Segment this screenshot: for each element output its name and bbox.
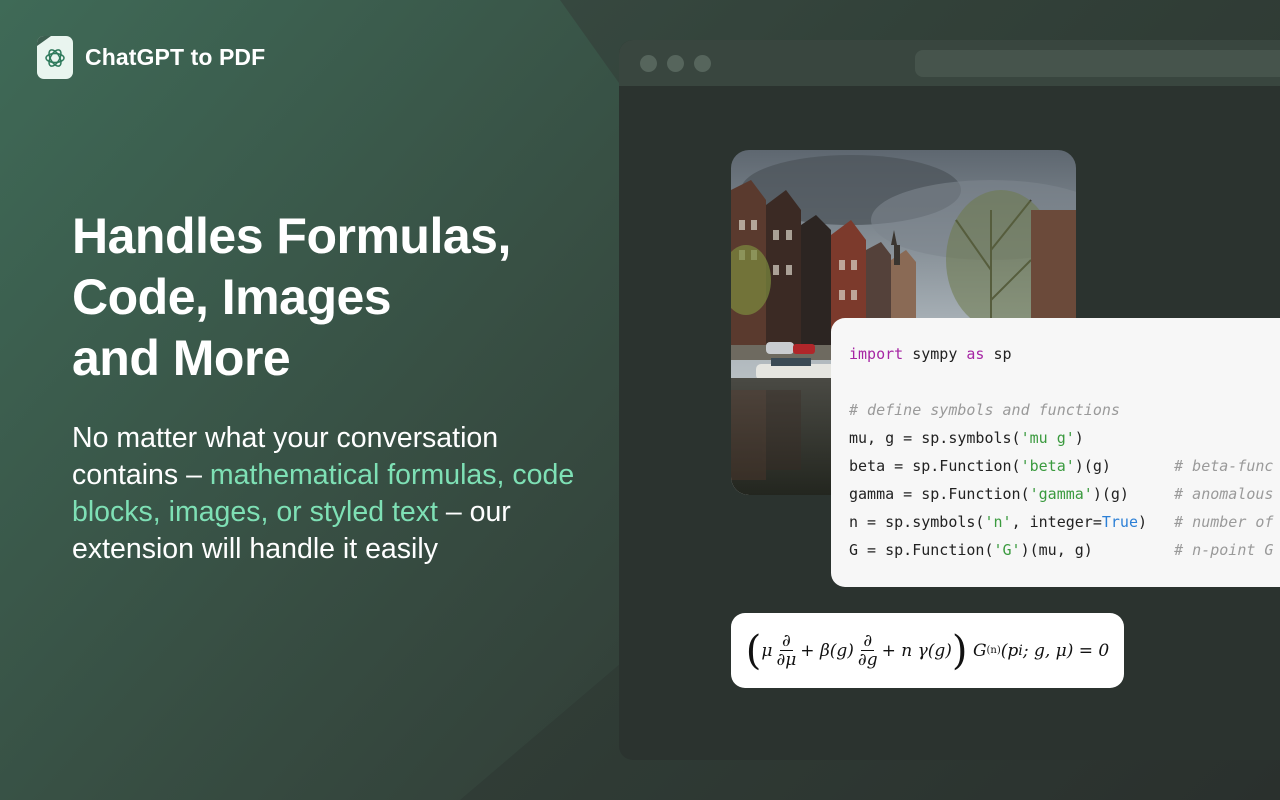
code-block: import sympy as sp # define symbols and … xyxy=(831,318,1280,587)
code-string: 'gamma' xyxy=(1029,485,1093,503)
window-dot xyxy=(667,54,684,72)
code-string: 'beta' xyxy=(1020,457,1075,475)
code-text: )(g) xyxy=(1092,485,1175,503)
formula-block: ( μ ∂ ∂μ + β(g) ∂ ∂g + n γ(g) ) G (n) (p i; g… xyxy=(731,613,1124,688)
browser-titlebar xyxy=(619,40,1280,86)
code-comment: # define symbols and functions xyxy=(849,401,1120,419)
code-text: ) xyxy=(1138,513,1175,531)
code-text: mu, g = sp.symbols( xyxy=(849,429,1021,447)
formula-paren: ) xyxy=(951,627,968,674)
code-line: gamma = sp.Function('gamma')(g) # anomal… xyxy=(849,484,1280,512)
code-line: n = sp.symbols('n', integer=True) # numb… xyxy=(849,512,1280,540)
headline-line: Code, Images xyxy=(72,269,392,325)
brand-name: ChatGPT to PDF xyxy=(85,44,266,70)
code-line: beta = sp.Function('beta')(g) # beta-fun… xyxy=(849,456,1280,484)
code-string: 'mu g' xyxy=(1020,429,1075,447)
code-text: , integer= xyxy=(1011,513,1102,531)
code-string: 'n' xyxy=(984,513,1012,531)
formula-term: + n γ(g) xyxy=(881,640,952,661)
code-comment: # n-point G xyxy=(1174,541,1274,559)
formula-fraction: ∂ ∂g xyxy=(856,632,880,669)
formula-paren: ( xyxy=(745,627,762,674)
code-text: )(g) xyxy=(1074,457,1175,475)
code-line: import sympy as sp xyxy=(849,344,1280,372)
brand[interactable]: ChatGPT to PDF xyxy=(37,36,265,79)
code-text: )(mu, g) xyxy=(1020,541,1175,559)
code-text: beta = sp.Function( xyxy=(849,457,1021,475)
headline-line: Handles Formulas, xyxy=(72,208,511,264)
formula-num: ∂ xyxy=(861,631,875,651)
formula-term: (p xyxy=(1000,640,1019,661)
openai-knot-icon xyxy=(37,36,73,79)
window-dot xyxy=(694,54,711,72)
code-keyword: as xyxy=(966,345,985,363)
code-comment: # beta-func xyxy=(1174,457,1274,475)
code-line: G = sp.Function('G')(mu, g) # n-point G xyxy=(849,540,1280,568)
code-string: 'G' xyxy=(993,541,1021,559)
description: No matter what your conversation contain… xyxy=(72,420,612,568)
code-text: gamma = sp.Function( xyxy=(849,485,1030,503)
formula-den: ∂μ xyxy=(776,650,797,670)
code-boolean: True xyxy=(1101,513,1138,531)
code-text: G = sp.Function( xyxy=(849,541,994,559)
formula-fraction: ∂ ∂μ xyxy=(774,632,798,669)
code-text: ) xyxy=(1074,429,1084,447)
headline: Handles Formulas, Code, Images and More xyxy=(72,206,592,389)
formula-sup: (n) xyxy=(986,645,1001,656)
address-bar xyxy=(915,50,1280,77)
formula-num: ∂ xyxy=(779,631,793,651)
code-line: # define symbols and functions xyxy=(849,400,1280,428)
window-dot xyxy=(640,54,657,72)
headline-line: and More xyxy=(72,330,291,386)
formula-term: ; g, μ) = 0 xyxy=(1022,640,1110,661)
formula-term: + β(g) xyxy=(800,640,854,661)
code-keyword: import xyxy=(849,345,904,363)
code-line: mu, g = sp.symbols('mu g') xyxy=(849,428,1280,456)
code-text: sp xyxy=(984,345,1012,363)
code-comment: # number of xyxy=(1174,513,1274,531)
formula-symbol: G xyxy=(972,640,987,661)
code-comment: # anomalous xyxy=(1174,485,1274,503)
code-text: sympy xyxy=(903,345,967,363)
code-text: n = sp.symbols( xyxy=(849,513,985,531)
formula-symbol: μ xyxy=(761,640,773,661)
formula-den: ∂g xyxy=(857,650,878,670)
